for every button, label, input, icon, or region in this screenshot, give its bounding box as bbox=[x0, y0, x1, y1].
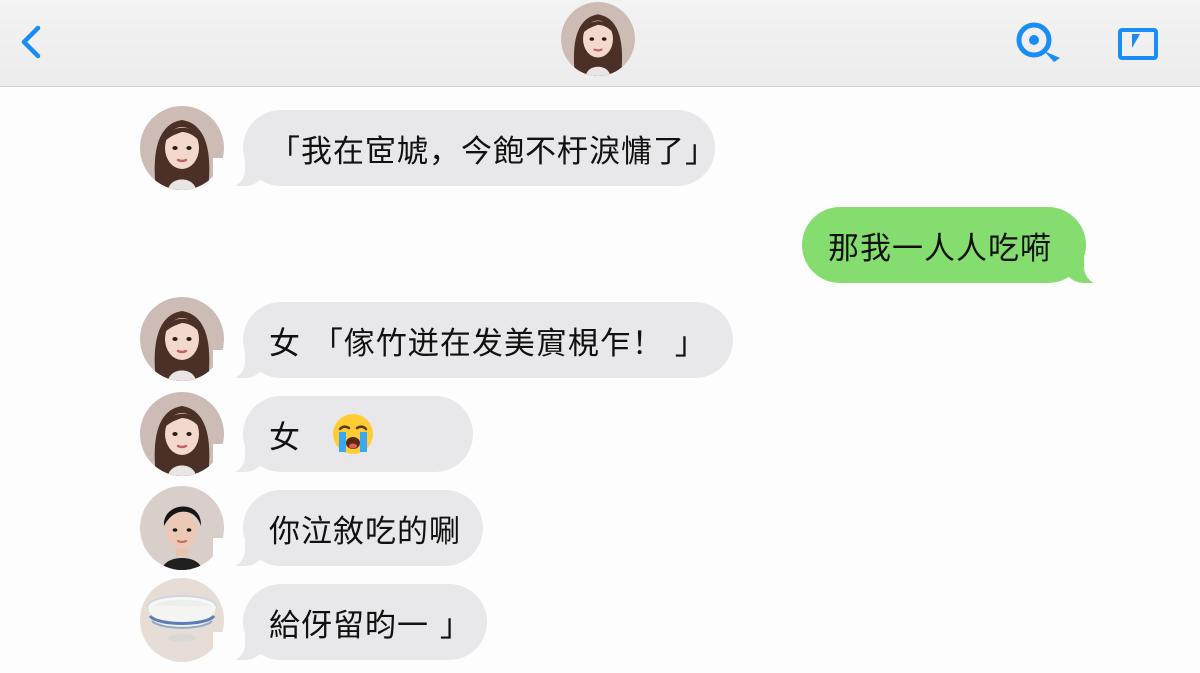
search-button[interactable] bbox=[1010, 18, 1066, 68]
message-bubble-incoming[interactable]: 給伢留昀一 」 bbox=[213, 584, 487, 662]
message-text: 那我一人人吃嗬 bbox=[828, 230, 1052, 267]
message-text: 女 「傢竹迸在发美賔梘乍！ 」 bbox=[269, 325, 707, 362]
message-bubble-outgoing[interactable]: 那我一人人吃嗬 bbox=[802, 207, 1116, 285]
girl-avatar-image bbox=[561, 2, 635, 76]
message-text: 你泣敘吃的唰 bbox=[269, 513, 461, 550]
boy-avatar-image bbox=[140, 486, 224, 570]
girl-avatar-image bbox=[140, 392, 224, 476]
video-icon bbox=[1118, 28, 1158, 60]
message-text: 給伢留昀一 」 bbox=[269, 607, 472, 644]
message-bubble-incoming[interactable]: 你泣敘吃的唰 bbox=[213, 490, 483, 568]
message-text: 女 bbox=[269, 419, 301, 456]
back-button[interactable] bbox=[14, 22, 50, 62]
boy-avatar[interactable] bbox=[140, 486, 224, 570]
girl-avatar-image bbox=[140, 106, 224, 190]
loudly-crying-face-icon bbox=[333, 414, 373, 454]
search-icon bbox=[1016, 22, 1060, 62]
chat-header bbox=[0, 0, 1200, 87]
girl-avatar-image bbox=[140, 297, 224, 381]
video-button[interactable] bbox=[1116, 24, 1162, 64]
message-bubble-incoming[interactable]: 女 bbox=[213, 396, 473, 474]
message-text: 「我在宧虓，今飽不杅淚慵了」 bbox=[269, 133, 717, 170]
chat-screen: 「我在宧虓，今飽不杅淚慵了」 那我一人人吃嗬 女 「傢竹迸在发美賔梘乍！ 」 女… bbox=[0, 0, 1200, 673]
chevron-left-icon bbox=[21, 25, 41, 59]
girl-avatar[interactable] bbox=[140, 297, 224, 381]
contact-avatar[interactable] bbox=[561, 2, 635, 76]
bowl-avatar-image bbox=[140, 578, 224, 662]
girl-avatar[interactable] bbox=[140, 106, 224, 190]
message-bubble-incoming[interactable]: 「我在宧虓，今飽不杅淚慵了」 bbox=[213, 110, 717, 188]
bowl-avatar[interactable] bbox=[140, 578, 224, 662]
girl-avatar[interactable] bbox=[140, 392, 224, 476]
message-bubble-incoming[interactable]: 女 「傢竹迸在发美賔梘乍！ 」 bbox=[213, 302, 733, 380]
